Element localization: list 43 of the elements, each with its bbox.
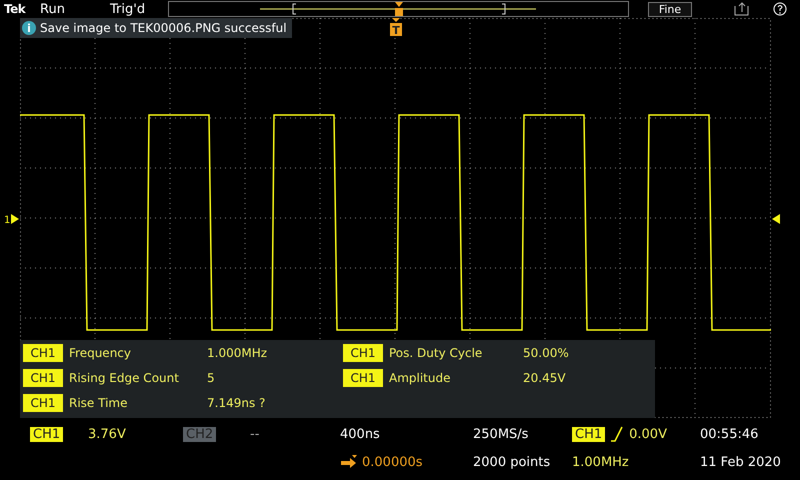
clock-date: 11 Feb 2020 <box>700 454 782 470</box>
channel-tag: CH1 <box>343 368 383 386</box>
horizontal-scale: 400ns <box>340 426 381 442</box>
fine-button[interactable]: Fine <box>648 2 692 16</box>
trigger-position-icon <box>395 2 403 16</box>
left-bracket-icon <box>292 4 296 14</box>
channel-tag: CH1 <box>343 344 383 362</box>
trigger-status: Trig'd <box>110 2 146 16</box>
measurement-name: Amplitude <box>389 370 452 384</box>
channel-badge[interactable]: CH1 <box>30 426 64 442</box>
measurement-name: Pos. Duty Cycle <box>389 346 484 360</box>
rising-edge-icon <box>610 426 624 442</box>
measurement-name: Rising Edge Count <box>69 370 180 384</box>
notification-message: Save image to TEK00006.PNG successful <box>40 21 287 35</box>
trigger-level: 0.00V <box>629 426 667 442</box>
tek-logo: Tek <box>4 2 27 16</box>
right-bracket-icon <box>502 4 506 14</box>
horizontal-position: 0.00000s <box>362 454 423 470</box>
trigger-source-badge[interactable]: CH1 <box>572 426 606 442</box>
run-status: Run <box>40 2 66 16</box>
trigger-marker[interactable]: T <box>389 18 403 36</box>
measurement-value: 5 <box>207 370 216 384</box>
position-arrow-icon <box>340 455 358 469</box>
help-icon[interactable] <box>773 2 787 16</box>
vertical-scale: -- <box>250 426 260 442</box>
measurement-name: Rise Time <box>69 396 128 410</box>
measurement-name: Frequency <box>69 346 132 360</box>
sample-rate: 250MS/s <box>473 426 530 442</box>
export-icon[interactable] <box>734 2 750 16</box>
channel-tag: CH1 <box>23 394 63 412</box>
vertical-scale: 3.76V <box>88 426 127 442</box>
trigger-frequency: 1.00MHz <box>572 454 630 470</box>
record-view[interactable] <box>168 1 629 17</box>
measurement-value: 20.45V <box>523 370 567 384</box>
measurement-value: 7.149ns ? <box>207 396 266 410</box>
trigger-level-marker[interactable] <box>771 214 781 224</box>
clock-time: 00:55:46 <box>700 426 760 442</box>
info-icon: i <box>22 21 36 35</box>
record-length: 2000 points <box>473 454 552 470</box>
measurement-value: 1.000MHz <box>207 346 268 360</box>
measurement-value: 50.00% <box>523 346 570 360</box>
channel-tag: CH1 <box>23 368 63 386</box>
channel-tag: CH1 <box>23 344 63 362</box>
